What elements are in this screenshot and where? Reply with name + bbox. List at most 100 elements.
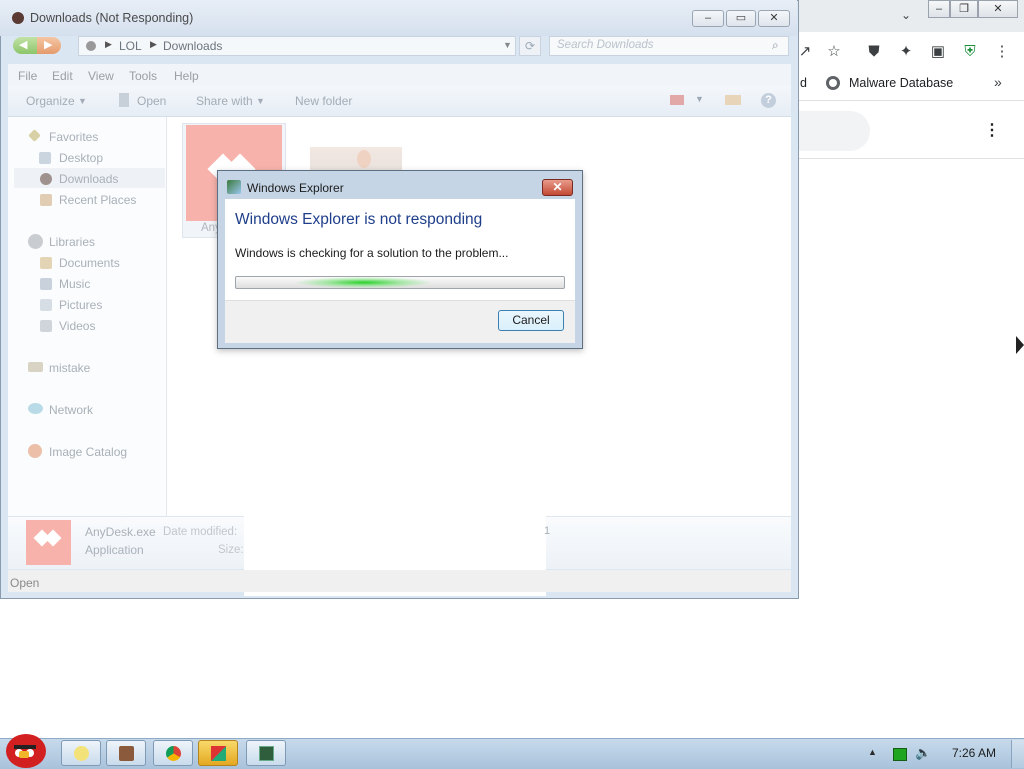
refresh-button[interactable]: ⟳ bbox=[519, 36, 541, 56]
chrome-close-button[interactable]: ✕ bbox=[978, 0, 1018, 18]
dialog-message: Windows is checking for a solution to th… bbox=[235, 246, 509, 260]
menu-file[interactable]: File bbox=[18, 69, 37, 83]
taskbar-item-app2[interactable] bbox=[106, 740, 146, 766]
extensions-puzzle-icon[interactable]: ✦ bbox=[897, 43, 915, 61]
organize-dropdown-icon[interactable]: ▼ bbox=[78, 96, 87, 106]
menu-help[interactable]: Help bbox=[174, 69, 199, 83]
start-orb-beak bbox=[19, 751, 29, 758]
windows-explorer-icon bbox=[227, 180, 241, 194]
details-trailing: 1 bbox=[544, 525, 551, 537]
organize-button[interactable]: Organize bbox=[26, 94, 75, 108]
nav-mistake[interactable]: mistake bbox=[49, 361, 90, 375]
taskbar-item-explorer[interactable] bbox=[198, 740, 238, 766]
explorer-close-button[interactable]: ✕ bbox=[758, 10, 790, 27]
network-icon bbox=[28, 403, 43, 414]
nav-pictures[interactable]: Pictures bbox=[59, 298, 102, 312]
network-tray-icon[interactable] bbox=[893, 748, 907, 761]
volume-icon[interactable]: 🔈 bbox=[915, 745, 931, 761]
chrome-minimize-button[interactable]: – bbox=[928, 0, 950, 18]
page-search-pill[interactable] bbox=[798, 111, 870, 151]
taskbar-item-app5[interactable] bbox=[246, 740, 286, 766]
recent-places-icon bbox=[40, 194, 52, 206]
breadcrumb-downloads[interactable]: Downloads bbox=[163, 39, 222, 53]
nav-libraries[interactable]: Libraries bbox=[49, 235, 95, 249]
forward-arrow-icon: ▶ bbox=[44, 39, 53, 51]
menu-bar bbox=[8, 64, 791, 87]
progress-bar bbox=[235, 276, 565, 289]
music-icon bbox=[40, 278, 52, 290]
show-hidden-icons-icon[interactable]: ▲ bbox=[868, 747, 877, 757]
nav-network[interactable]: Network bbox=[49, 403, 93, 417]
libraries-icon bbox=[28, 234, 43, 249]
status-text: Open bbox=[10, 576, 40, 590]
chrome-restore-button[interactable]: ❐ bbox=[950, 0, 978, 18]
menu-tools[interactable]: Tools bbox=[129, 69, 157, 83]
tab-search-chevron-icon[interactable]: ⌄ bbox=[898, 8, 914, 24]
show-desktop-button[interactable] bbox=[1011, 740, 1024, 768]
divider bbox=[798, 158, 1024, 159]
tools-app-icon bbox=[119, 746, 134, 761]
change-view-icon[interactable] bbox=[670, 95, 684, 105]
bookmark-star-icon[interactable]: ☆ bbox=[825, 43, 843, 61]
details-date-label: Date modified: bbox=[163, 526, 238, 538]
breadcrumb-lol[interactable]: LOL bbox=[119, 39, 142, 53]
nav-documents[interactable]: Documents bbox=[59, 256, 120, 270]
help-icon[interactable]: ? bbox=[761, 93, 776, 108]
more-bookmarks-icon[interactable]: » bbox=[994, 74, 1002, 90]
nav-recent-places[interactable]: Recent Places bbox=[59, 193, 136, 207]
share-with-button[interactable]: Share with bbox=[196, 94, 253, 108]
bookmark-partial[interactable]: d bbox=[800, 76, 807, 90]
details-file-name: AnyDesk.exe bbox=[85, 525, 156, 539]
dialog-close-button[interactable]: ✕ bbox=[542, 179, 573, 196]
cancel-button[interactable]: Cancel bbox=[498, 310, 564, 331]
desktop-icon bbox=[39, 152, 51, 164]
preview-pane-icon[interactable] bbox=[725, 95, 741, 105]
taskbar-item-app1[interactable] bbox=[61, 740, 101, 766]
clock[interactable]: 7:26 AM bbox=[952, 746, 996, 760]
menu-view[interactable]: View bbox=[88, 69, 114, 83]
nav-favorites[interactable]: Favorites bbox=[49, 130, 98, 144]
explorer-minimize-button[interactable]: – bbox=[692, 10, 724, 27]
explorer-title: Downloads (Not Responding) bbox=[30, 11, 194, 25]
share-dropdown-icon[interactable]: ▼ bbox=[256, 96, 265, 106]
search-icon[interactable]: ⌕ bbox=[772, 38, 779, 53]
status-bar bbox=[8, 570, 791, 592]
chrome-menu-icon[interactable]: ⋮ bbox=[993, 43, 1011, 61]
explorer-app-icon bbox=[12, 12, 24, 24]
breadcrumb-separator-icon[interactable]: ▶ bbox=[105, 39, 112, 50]
page-kebab-menu-icon[interactable]: ⋮ bbox=[984, 120, 1000, 140]
details-file-type: Application bbox=[85, 543, 144, 557]
open-button[interactable]: Open bbox=[137, 94, 166, 108]
taskbar-item-chrome[interactable] bbox=[153, 740, 193, 766]
dialog-title: Windows Explorer bbox=[247, 181, 344, 195]
address-bar[interactable] bbox=[78, 36, 516, 56]
explorer-taskbar-icon bbox=[211, 746, 226, 761]
progress-marquee bbox=[296, 277, 431, 288]
photo-thumbnail-icon bbox=[357, 150, 371, 168]
security-check-icon[interactable]: ⛨ bbox=[961, 43, 979, 61]
drive-icon bbox=[86, 41, 96, 51]
terminal-app-icon bbox=[259, 746, 274, 761]
nav-music[interactable]: Music bbox=[59, 277, 90, 291]
nav-videos[interactable]: Videos bbox=[59, 319, 95, 333]
explorer-maximize-button[interactable]: ▭ bbox=[726, 10, 756, 27]
back-arrow-icon: ◀ bbox=[19, 39, 28, 51]
address-dropdown-icon[interactable]: ▼ bbox=[503, 40, 512, 50]
breadcrumb-separator-icon[interactable]: ▶ bbox=[150, 39, 157, 50]
view-dropdown-icon[interactable]: ▼ bbox=[695, 94, 704, 104]
new-folder-button[interactable]: New folder bbox=[295, 94, 352, 108]
bookmark-malware-database[interactable]: Malware Database bbox=[849, 76, 953, 90]
nav-downloads[interactable]: Downloads bbox=[59, 172, 118, 186]
nav-desktop[interactable]: Desktop bbox=[59, 151, 103, 165]
mouse-cursor-icon bbox=[1016, 336, 1024, 354]
documents-icon bbox=[40, 257, 52, 269]
start-orb-brow bbox=[14, 745, 36, 749]
adblock-shield-icon[interactable]: ⛊ bbox=[865, 43, 883, 61]
image-catalog-icon bbox=[28, 444, 42, 458]
side-panel-icon[interactable]: ▣ bbox=[929, 43, 947, 61]
homegroup-icon bbox=[28, 362, 43, 372]
chrome-icon bbox=[166, 746, 181, 761]
menu-edit[interactable]: Edit bbox=[52, 69, 73, 83]
nav-image-catalog[interactable]: Image Catalog bbox=[49, 445, 127, 459]
dialog-heading: Windows Explorer is not responding bbox=[235, 211, 483, 228]
